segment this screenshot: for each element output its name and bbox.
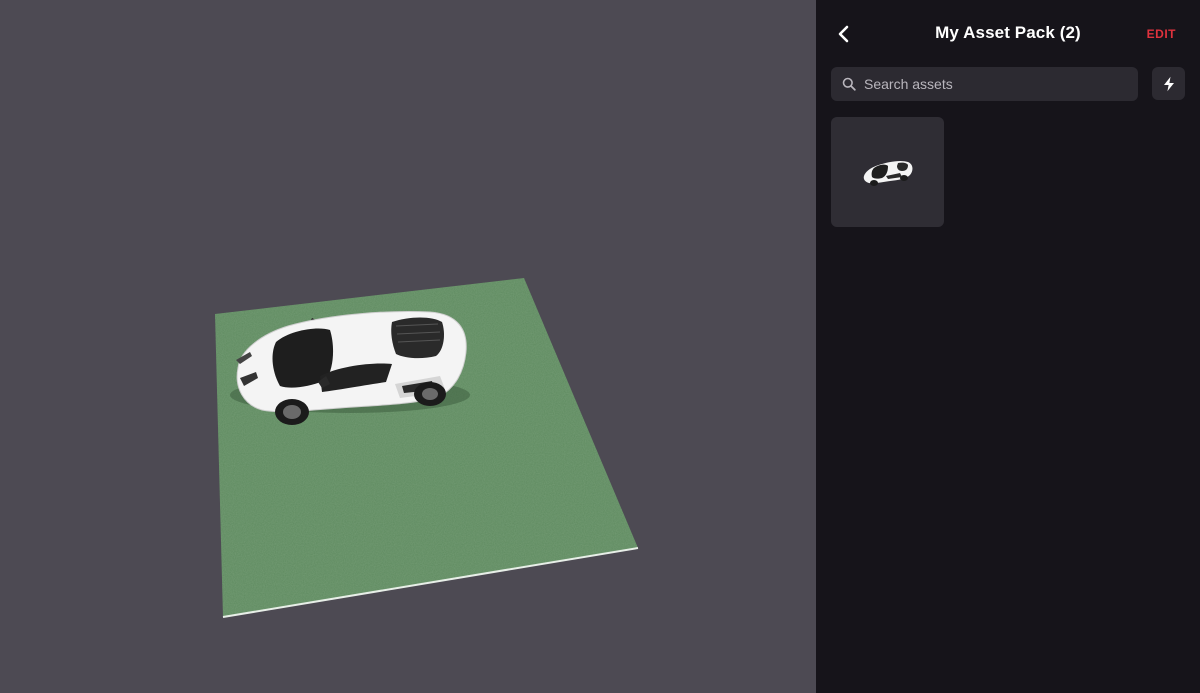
chevron-left-icon [838,25,849,43]
edit-button[interactable]: EDIT [1147,27,1176,41]
front-wheel [275,399,309,425]
back-button[interactable] [832,22,856,46]
quick-action-button[interactable] [1152,67,1185,100]
asset-card[interactable] [831,117,944,227]
search-input[interactable] [864,76,1124,92]
rear-wheel [414,382,446,406]
search-icon [842,77,856,91]
search-bar[interactable] [831,67,1138,101]
asset-panel: My Asset Pack (2) EDIT [816,0,1200,693]
scene-viewport[interactable] [0,0,816,693]
scene-canvas[interactable] [0,0,816,693]
lightning-bolt-icon [1163,76,1174,91]
panel-title: My Asset Pack (2) [935,23,1081,42]
asset-grid [831,117,944,227]
car-thumbnail-icon [863,160,912,186]
panel-header: My Asset Pack (2) EDIT [816,0,1200,68]
